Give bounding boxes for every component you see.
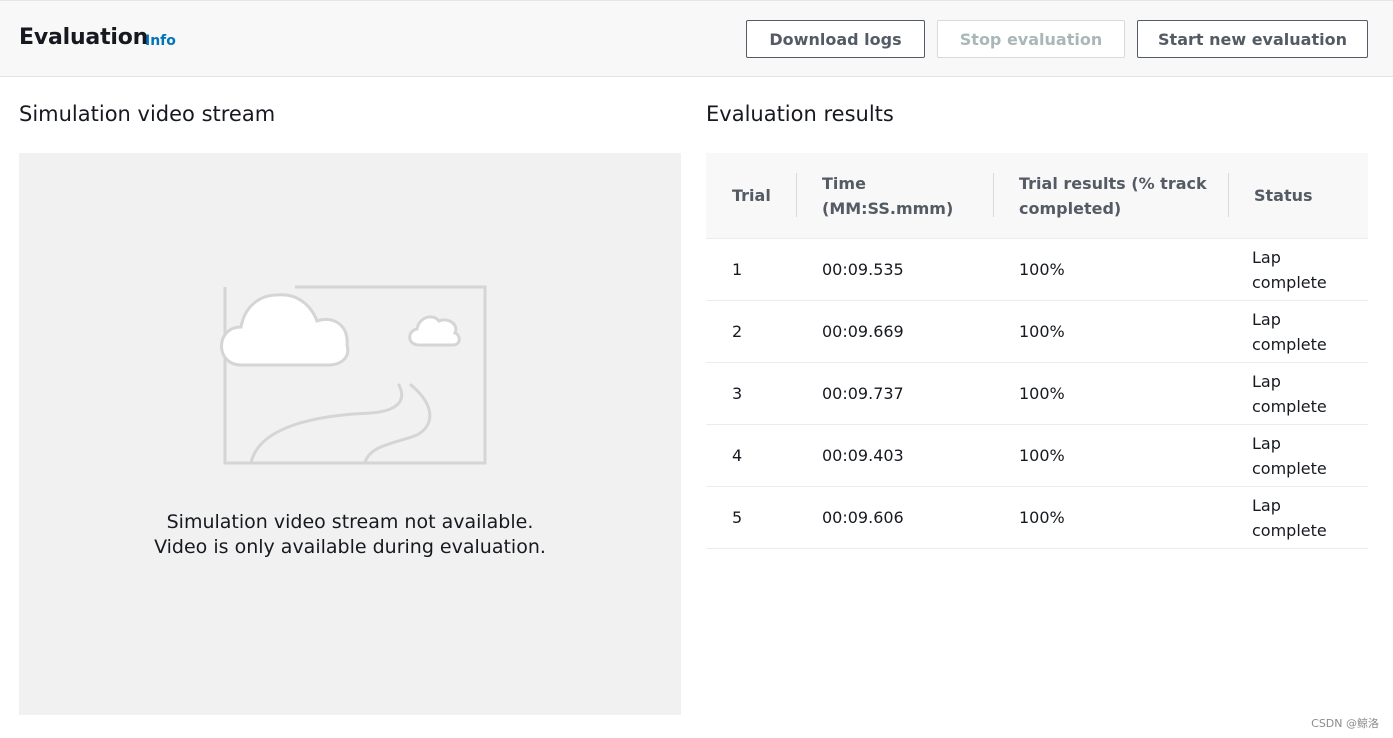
stop-evaluation-button: Stop evaluation: [937, 20, 1125, 58]
cell-result: 100%: [993, 486, 1228, 549]
page-header: Evaluation Info Download logs Stop evalu…: [0, 0, 1393, 77]
watermark: CSDN @鲸洛: [1311, 717, 1379, 730]
status-text: Lap: [1252, 495, 1281, 515]
column-header-trial-label: Trial: [732, 186, 771, 205]
results-section-title: Evaluation results: [706, 102, 894, 126]
status-text-cont: complete: [1252, 458, 1327, 478]
cell-result: 100%: [993, 300, 1228, 363]
cell-time: 00:09.606: [796, 486, 993, 549]
column-header-time: Time (MM:SS.mmm): [796, 153, 993, 239]
column-header-trial: Trial: [706, 153, 796, 239]
page-title: Evaluation: [19, 25, 149, 50]
table-header-row: Trial Time (MM:SS.mmm) Trial results (% …: [706, 153, 1368, 239]
status-text-cont: complete: [1252, 520, 1327, 540]
cell-status: Lap complete: [1228, 424, 1368, 487]
cell-result: 100%: [993, 238, 1228, 301]
table-row: 5 00:09.606 100% Lap complete: [706, 486, 1368, 549]
video-message-line2: Video is only available during evaluatio…: [154, 536, 546, 558]
cell-trial: 5: [706, 486, 796, 549]
status-text-cont: complete: [1252, 334, 1327, 354]
cell-trial: 4: [706, 424, 796, 487]
cell-time: 00:09.737: [796, 362, 993, 425]
column-header-trial-results-label-cont: completed): [1019, 198, 1122, 218]
status-text: Lap: [1252, 247, 1281, 267]
cell-time: 00:09.535: [796, 238, 993, 301]
column-header-trial-results-label: Trial results (% track: [1019, 173, 1207, 193]
image-placeholder-icon: [220, 285, 487, 465]
info-link[interactable]: Info: [145, 33, 176, 49]
table-row: 3 00:09.737 100% Lap complete: [706, 362, 1368, 425]
column-separator: [1228, 173, 1229, 217]
column-header-status-label: Status: [1254, 186, 1313, 205]
table-row: 2 00:09.669 100% Lap complete: [706, 300, 1368, 363]
column-header-status: Status: [1228, 153, 1368, 239]
status-text-cont: complete: [1252, 396, 1327, 416]
cell-trial: 1: [706, 238, 796, 301]
status-text: Lap: [1252, 309, 1281, 329]
column-separator: [993, 173, 994, 217]
cell-result: 100%: [993, 424, 1228, 487]
cell-status: Lap complete: [1228, 486, 1368, 549]
download-logs-button[interactable]: Download logs: [746, 20, 925, 58]
cell-status: Lap complete: [1228, 362, 1368, 425]
start-new-evaluation-button[interactable]: Start new evaluation: [1137, 20, 1368, 58]
cell-trial: 3: [706, 362, 796, 425]
cell-status: Lap complete: [1228, 238, 1368, 301]
table-row: 4 00:09.403 100% Lap complete: [706, 424, 1368, 487]
column-header-time-format: (MM:SS.mmm): [822, 198, 954, 218]
column-separator: [796, 173, 797, 217]
video-message-line1: Simulation video stream not available.: [166, 511, 534, 533]
cell-status: Lap complete: [1228, 300, 1368, 363]
video-stream-panel: Simulation video stream not available. V…: [19, 153, 681, 715]
column-header-time-label: Time: [822, 173, 866, 193]
cell-time: 00:09.669: [796, 300, 993, 363]
cell-result: 100%: [993, 362, 1228, 425]
status-text: Lap: [1252, 433, 1281, 453]
status-text: Lap: [1252, 371, 1281, 391]
column-header-trial-results: Trial results (% track completed): [993, 153, 1228, 239]
status-text-cont: complete: [1252, 272, 1327, 292]
video-section-title: Simulation video stream: [19, 102, 276, 126]
table-row: 1 00:09.535 100% Lap complete: [706, 238, 1368, 301]
evaluation-results-table: Trial Time (MM:SS.mmm) Trial results (% …: [706, 153, 1368, 549]
cell-trial: 2: [706, 300, 796, 363]
cell-time: 00:09.403: [796, 424, 993, 487]
video-unavailable-message: Simulation video stream not available. V…: [19, 510, 681, 560]
